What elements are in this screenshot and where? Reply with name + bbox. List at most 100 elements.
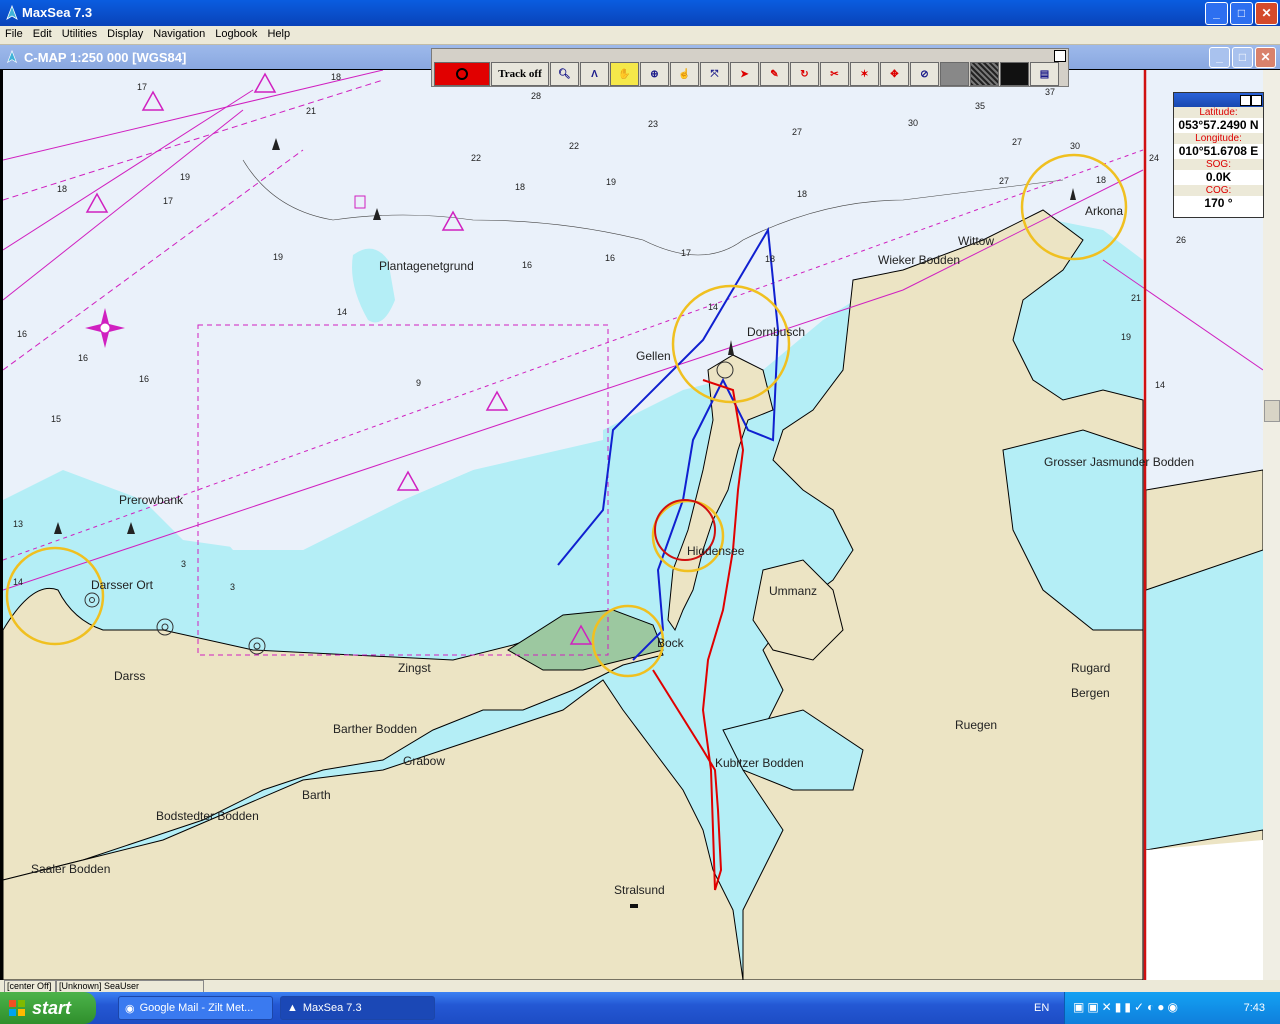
color-gray-button[interactable]: [940, 62, 969, 86]
menu-edit[interactable]: Edit: [28, 26, 57, 44]
depth-contour-20: [242, 159, 1064, 256]
label-rugard: Rugard: [1071, 661, 1110, 675]
svg-text:17: 17: [681, 248, 691, 258]
zoom-tool-button[interactable]: 🔍︎: [550, 62, 579, 86]
svg-text:21: 21: [1131, 293, 1141, 303]
maximize-button[interactable]: □: [1230, 2, 1253, 25]
clock: 7:43: [1243, 1002, 1265, 1014]
windows-flag-icon: [9, 1000, 25, 1016]
vertical-scrollbar[interactable]: [1263, 70, 1280, 980]
chart-close-button[interactable]: ✕: [1255, 47, 1276, 68]
layers-icon: ▤: [1039, 68, 1050, 80]
menu-navigation[interactable]: Navigation: [148, 26, 210, 44]
pencil-button[interactable]: ✎: [760, 62, 789, 86]
circle-slash-icon: ⊘: [920, 68, 929, 80]
arrow-icon: ➤: [740, 68, 749, 80]
label-kubitzer-bodden: Kubitzer Bodden: [715, 756, 804, 770]
crosshair-icon: ⊕: [650, 68, 659, 80]
start-label: start: [32, 997, 72, 1018]
menu-logbook[interactable]: Logbook: [210, 26, 262, 44]
chart-maximize-button[interactable]: □: [1232, 47, 1253, 68]
label-wittow: Wittow: [958, 234, 994, 248]
chart-minimize-button[interactable]: _: [1209, 47, 1230, 68]
route-edit-button[interactable]: ✶: [850, 62, 879, 86]
svg-text:14: 14: [337, 307, 347, 317]
longitude-value: 010°51.6708 E: [1178, 144, 1259, 158]
label-bodstedter-bodden: Bodstedter Bodden: [156, 809, 259, 823]
svg-text:14: 14: [708, 302, 718, 312]
task-google-mail[interactable]: ◉ Google Mail - Zilt Met...: [118, 996, 273, 1020]
chart-canvas[interactable]: Arkona Wittow Wieker Bodden Plantagenetg…: [3, 70, 1263, 980]
svg-text:21: 21: [306, 106, 316, 116]
toolbar-close-button[interactable]: [1054, 50, 1066, 62]
label-hiddensee: Hiddensee: [687, 544, 745, 558]
svg-text:19: 19: [273, 252, 283, 262]
svg-text:17: 17: [163, 196, 173, 206]
maxsea-task-icon: ▲: [287, 1002, 298, 1014]
svg-text:30: 30: [1070, 141, 1080, 151]
app-title: MaxSea 7.3: [22, 5, 93, 20]
magnifier-icon: 🔍︎: [558, 68, 571, 80]
hand-icon: ✋: [618, 68, 631, 80]
taskbar: start ◉ Google Mail - Zilt Met... ▲ MaxS…: [0, 992, 1280, 1024]
nav-info-panel: Latitude: 053°57.2490 N Longitude: 010°5…: [1173, 92, 1264, 218]
move-button[interactable]: ✥: [880, 62, 909, 86]
info-minimize-button[interactable]: [1240, 95, 1251, 106]
label-bergen: Bergen: [1071, 686, 1110, 700]
menu-utilities[interactable]: Utilities: [57, 26, 102, 44]
label-saaler-bodden: Saaler Bodden: [31, 862, 110, 876]
compass-tool-button[interactable]: Ʌ: [580, 62, 609, 86]
track-toggle-button[interactable]: Track off: [491, 62, 549, 86]
start-button[interactable]: start: [0, 992, 96, 1024]
svg-text:9: 9: [416, 378, 421, 388]
cut-button[interactable]: ✂: [820, 62, 849, 86]
menu-file[interactable]: File: [0, 26, 28, 44]
color-black-button[interactable]: [1000, 62, 1029, 86]
pointer-hand-icon: ☝: [678, 68, 691, 80]
rotate-button[interactable]: ↻: [790, 62, 819, 86]
svg-text:3: 3: [230, 582, 235, 592]
svg-text:14: 14: [13, 577, 23, 587]
select-arrow-button[interactable]: ➤: [730, 62, 759, 86]
label-wieker-bodden: Wieker Bodden: [878, 253, 960, 267]
measure-button[interactable]: ⤧: [700, 62, 729, 86]
label-barther-bodden: Barther Bodden: [333, 722, 417, 736]
cog-value: 170 °: [1204, 196, 1233, 210]
svg-text:13: 13: [13, 519, 23, 529]
menu-help[interactable]: Help: [262, 26, 295, 44]
minimize-button[interactable]: _: [1205, 2, 1228, 25]
svg-text:16: 16: [522, 260, 532, 270]
svg-text:26: 26: [1176, 235, 1186, 245]
scrollbar-thumb[interactable]: [1264, 400, 1280, 422]
label-darsser-ort: Darsser Ort: [91, 578, 154, 592]
svg-text:19: 19: [180, 172, 190, 182]
language-indicator[interactable]: EN: [1034, 1002, 1049, 1014]
center-tool-button[interactable]: ⊕: [640, 62, 669, 86]
svg-text:3: 3: [181, 559, 186, 569]
svg-text:18: 18: [515, 182, 525, 192]
svg-text:16: 16: [139, 374, 149, 384]
svg-text:18: 18: [765, 254, 775, 264]
hand-select-button[interactable]: ☝: [670, 62, 699, 86]
svg-text:27: 27: [792, 127, 802, 137]
nautical-chart[interactable]: Arkona Wittow Wieker Bodden Plantagenetg…: [3, 70, 1263, 980]
layers-button[interactable]: ▤: [1030, 62, 1059, 86]
svg-text:27: 27: [1012, 137, 1022, 147]
svg-text:28: 28: [531, 91, 541, 101]
record-button[interactable]: [434, 62, 490, 86]
latitude-value: 053°57.2490 N: [1178, 118, 1259, 132]
tray-icons[interactable]: ▣▣✕▮▮✓◐●◉: [1073, 1000, 1181, 1014]
close-button[interactable]: ✕: [1255, 2, 1278, 25]
pan-tool-button[interactable]: ✋: [610, 62, 639, 86]
chart-window-icon: [6, 50, 18, 64]
mark-button[interactable]: ⊘: [910, 62, 939, 86]
menu-bar: File Edit Utilities Display Navigation L…: [0, 26, 1280, 45]
info-close-button[interactable]: [1251, 95, 1262, 106]
menu-display[interactable]: Display: [102, 26, 148, 44]
pattern-button[interactable]: [970, 62, 999, 86]
svg-text:18: 18: [331, 72, 341, 82]
scissors-icon: ✂: [830, 68, 839, 80]
task-maxsea[interactable]: ▲ MaxSea 7.3: [280, 996, 435, 1020]
status-bar: [center Off] [Unknown] SeaUser: [0, 980, 1280, 993]
svg-text:15: 15: [51, 414, 61, 424]
